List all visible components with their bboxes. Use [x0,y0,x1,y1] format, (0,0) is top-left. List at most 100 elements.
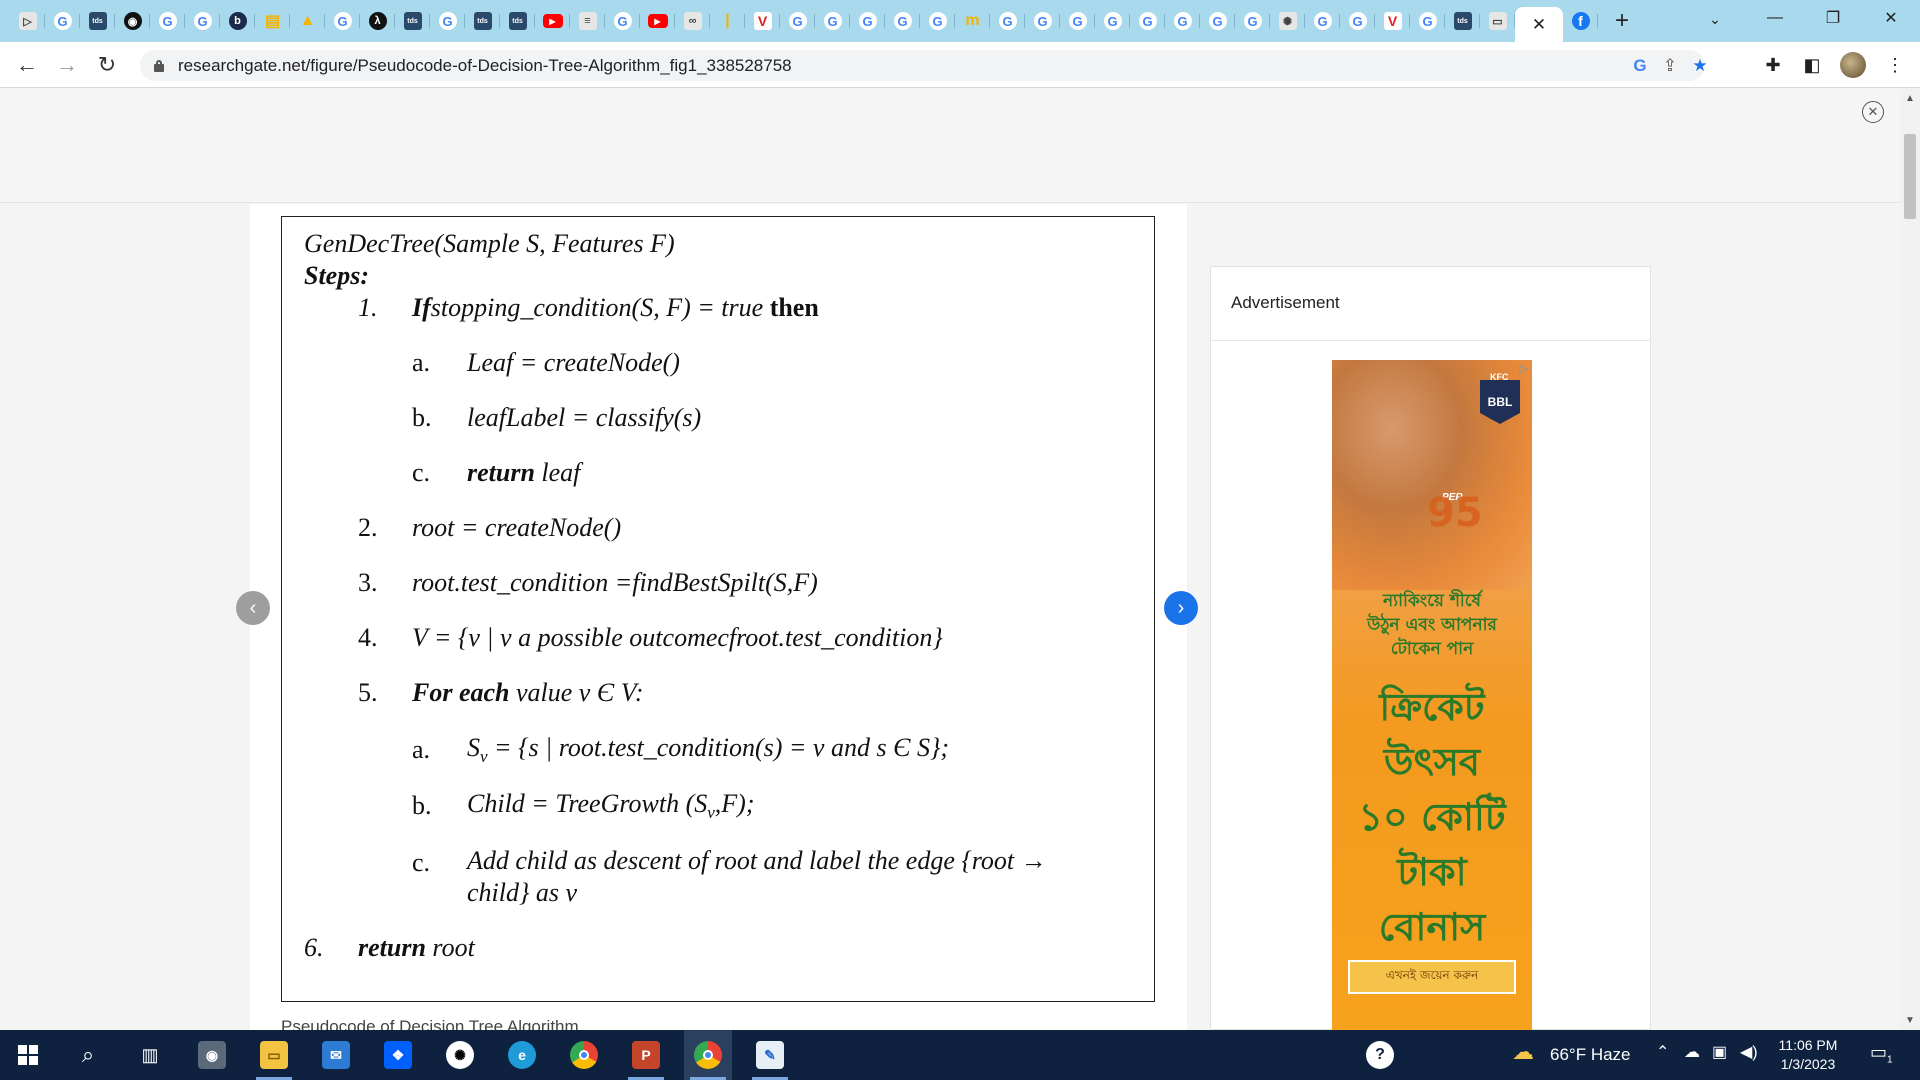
share-icon[interactable]: ⇪ [1658,54,1682,78]
forward-button[interactable]: → [52,50,82,80]
browser-tab[interactable]: G [815,7,850,35]
previous-figure-button[interactable]: ‹ [236,591,270,625]
browser-tab[interactable]: tds [395,7,430,35]
browser-tab[interactable]: ▤ [255,7,290,35]
edge-icon[interactable]: e [498,1030,546,1080]
browser-tab[interactable]: ▶ [535,7,570,35]
tab-search-chevron-icon[interactable]: ⌄ [1700,6,1730,32]
chrome-icon[interactable] [560,1030,608,1080]
browser-tab[interactable]: ∞ [675,7,710,35]
browser-tab[interactable]: ✺ [1270,7,1305,35]
ad-banner[interactable]: ▷ KFC BBL PER 95 ন্যাকিংয়ে শীর্ষে উঠুন … [1332,360,1532,1030]
browser-tab[interactable]: G [990,7,1025,35]
file-explorer-icon[interactable]: ▭ [250,1030,298,1080]
side-panel-icon[interactable]: ◧ [1797,50,1827,80]
browser-tab[interactable]: ▭ [1480,7,1515,35]
browser-tab[interactable]: b [220,7,255,35]
browser-tab[interactable]: | [710,7,745,35]
browser-tab[interactable]: ≡ [570,7,605,35]
browser-tab[interactable]: ▲ [290,7,325,35]
browser-tab[interactable]: G [920,7,955,35]
camera-app-icon[interactable]: ◉ [188,1030,236,1080]
new-tab-button[interactable]: + [1606,7,1638,35]
close-banner-icon[interactable]: ✕ [1862,101,1884,123]
minimize-button[interactable]: — [1746,0,1804,36]
chevron-up-icon[interactable]: ⌃ [1656,1042,1669,1062]
active-tab[interactable]: ✕ [1515,7,1563,42]
pseudocode-header: GenDecTree(Sample S, Features F) [304,229,675,258]
browser-tab[interactable]: λ [360,7,395,35]
browser-tab[interactable]: ▶ [640,7,675,35]
scroll-up-arrow-icon[interactable]: ▲ [1905,93,1915,104]
back-button[interactable]: ← [12,50,42,80]
close-window-button[interactable]: ✕ [1862,0,1920,36]
browser-tab[interactable]: G [45,7,80,35]
address-bar[interactable]: researchgate.net/figure/Pseudocode-of-De… [140,50,1708,81]
search-icon[interactable]: ⌕ [64,1030,112,1080]
browser-tab[interactable]: G [850,7,885,35]
url-text[interactable]: researchgate.net/figure/Pseudocode-of-De… [178,56,792,76]
reload-button[interactable]: ↻ [92,50,122,80]
google-translate-icon[interactable]: G [1628,54,1652,78]
browser-tab[interactable]: G [1235,7,1270,35]
step-number: 3. [358,568,378,597]
browser-tab[interactable]: ▷ [10,7,45,35]
google-icon: G [1103,12,1122,30]
dropbox-icon[interactable]: ❖ [374,1030,422,1080]
browser-tab[interactable]: G [885,7,920,35]
browser-tab[interactable]: m [955,7,990,35]
ad-choices-icon[interactable]: ▷ [1520,362,1528,375]
browser-tab[interactable]: G [1165,7,1200,35]
volume-icon[interactable]: ◀) [1740,1042,1758,1062]
browser-tab[interactable]: tds [500,7,535,35]
scroll-thumb[interactable] [1904,134,1916,219]
browser-tab[interactable]: G [1200,7,1235,35]
browser-tab[interactable]: tds [80,7,115,35]
extensions-icon[interactable]: ✚ [1758,50,1788,80]
openai-app-icon[interactable]: ✺ [436,1030,484,1080]
scroll-down-arrow-icon[interactable]: ▼ [1905,1015,1915,1026]
browser-tab[interactable]: G [1095,7,1130,35]
browser-tab[interactable]: V [1375,7,1410,35]
onedrive-icon[interactable]: ☁ [1684,1042,1700,1062]
browser-tab[interactable]: G [185,7,220,35]
browser-tab[interactable]: G [780,7,815,35]
notifications-icon[interactable]: ▭1 [1870,1042,1893,1066]
browser-tab[interactable]: V [745,7,780,35]
mail-icon[interactable]: ✉ [312,1030,360,1080]
browser-tab[interactable]: G [1410,7,1445,35]
browser-tab[interactable]: G [1025,7,1060,35]
weather-text[interactable]: 66°F Haze [1550,1045,1631,1065]
chrome-profile-icon[interactable] [684,1030,732,1080]
windows-start-icon[interactable] [18,1045,38,1065]
task-view-icon[interactable]: ▥ [126,1030,174,1080]
powerpoint-icon[interactable]: P [622,1030,670,1080]
browser-tab[interactable]: G [150,7,185,35]
browser-tab[interactable]: G [1340,7,1375,35]
page-scrollbar[interactable]: ▲ ▼ [1900,89,1920,1030]
browser-tab[interactable]: tds [465,7,500,35]
restore-button[interactable]: ❐ [1804,0,1862,36]
google-icon: G [1348,12,1367,30]
lock-icon[interactable] [154,59,164,72]
browser-tab[interactable]: G [325,7,360,35]
browser-tab[interactable]: G [1305,7,1340,35]
menu-icon[interactable]: ⋮ [1880,50,1910,80]
browser-tab[interactable]: G [605,7,640,35]
ad-join-button[interactable]: এখনই জয়েন করুন [1348,960,1516,994]
profile-avatar[interactable] [1840,52,1866,78]
browser-tab[interactable]: f [1563,7,1598,35]
browser-tab[interactable]: G [430,7,465,35]
help-icon[interactable]: ? [1366,1041,1394,1069]
bookmark-star-icon[interactable]: ★ [1688,54,1712,78]
next-figure-button[interactable]: › [1164,591,1198,625]
clock[interactable]: 11:06 PM 1/3/2023 [1772,1036,1844,1074]
browser-tab[interactable]: tds [1445,7,1480,35]
close-tab-icon[interactable]: ✕ [1532,15,1546,35]
browser-tab[interactable]: ◉ [115,7,150,35]
paint-icon[interactable]: ✎ [746,1030,794,1080]
browser-tab[interactable]: G [1130,7,1165,35]
weather-icon[interactable]: ☁ [1512,1039,1534,1065]
network-icon[interactable]: ▣ [1712,1042,1727,1062]
browser-tab[interactable]: G [1060,7,1095,35]
